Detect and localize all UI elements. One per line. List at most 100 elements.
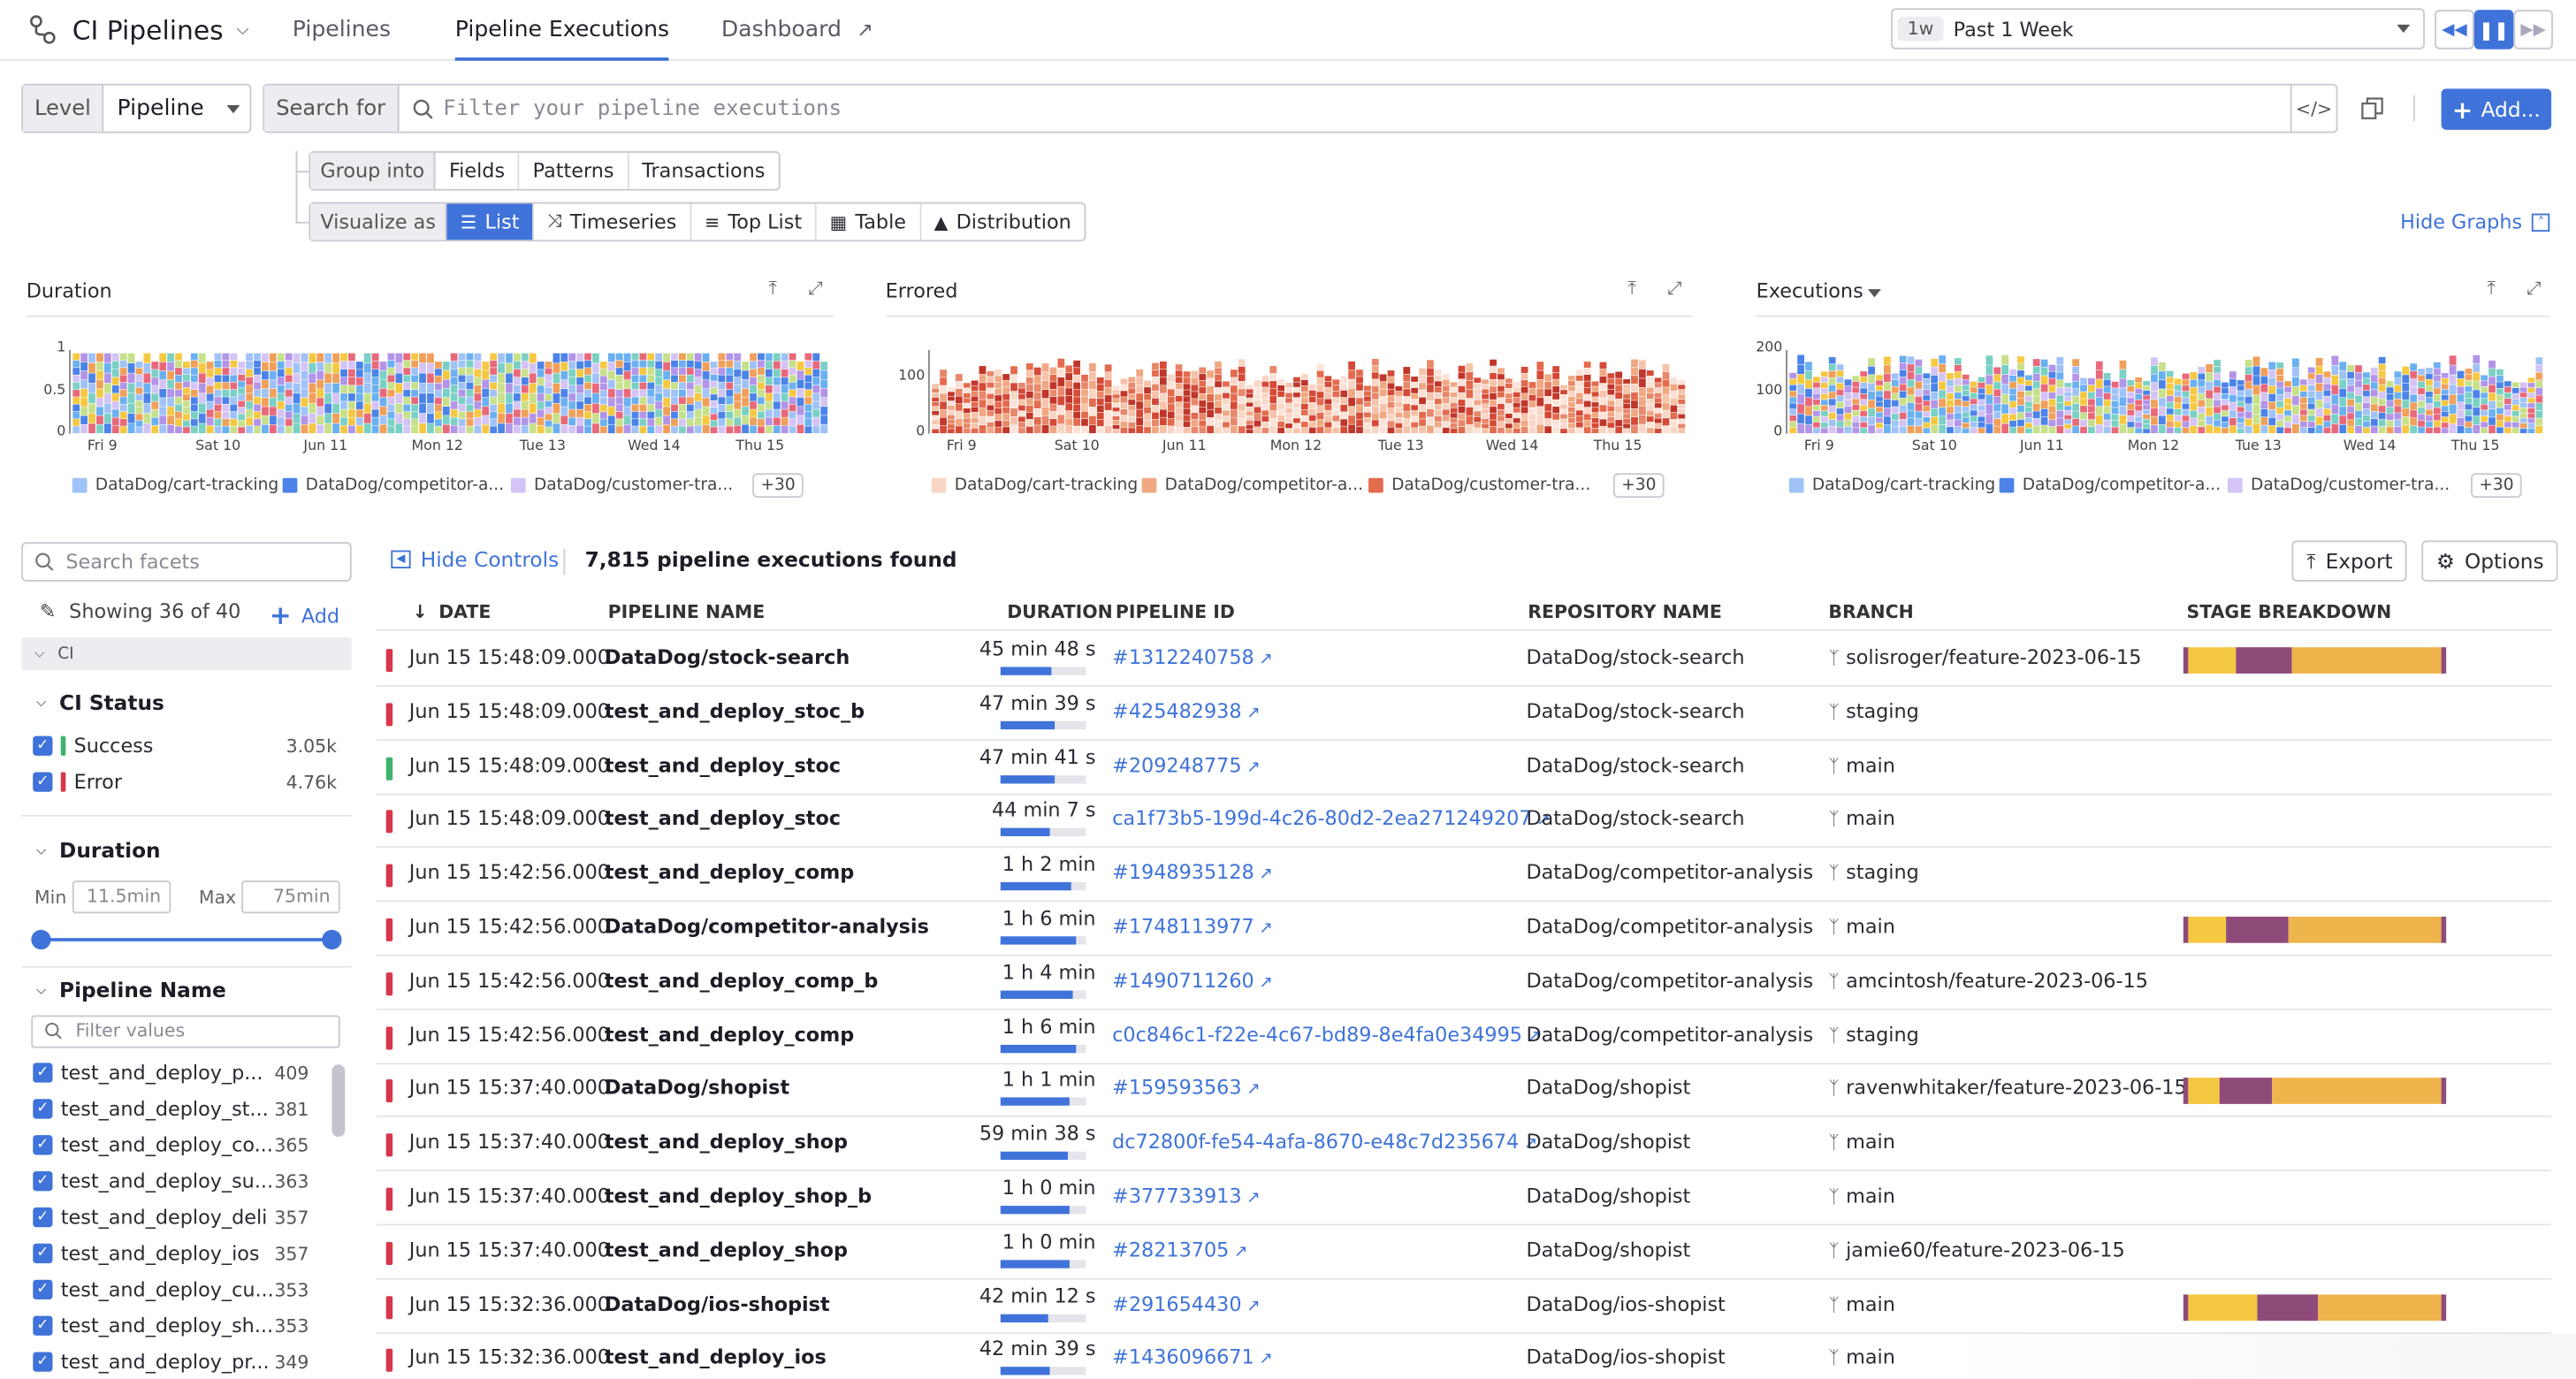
export-button[interactable]: ⤒ Export	[2291, 540, 2408, 582]
checkbox-checked-icon[interactable]: ✓	[33, 1207, 53, 1228]
facet-item-pipeline-name[interactable]: ✓ test_and_deploy_deli 357	[33, 1206, 309, 1229]
options-button[interactable]: ⚙ Options	[2421, 540, 2559, 582]
stage-breakdown-bar[interactable]	[2183, 1293, 2447, 1321]
checkbox-checked-icon[interactable]: ✓	[33, 1063, 53, 1083]
table-row[interactable]: Jun 15 15:48:09.000 test_and_deploy_stoc…	[376, 686, 2552, 741]
legend-more-button[interactable]: +30	[2471, 473, 2522, 499]
add-facet-button[interactable]: + Add	[270, 599, 339, 630]
row-pipeline-id-link[interactable]: #425482938 ↗	[1112, 699, 1261, 722]
sort-desc-icon[interactable]: ↓	[412, 601, 427, 622]
duration-slider-min-handle[interactable]	[31, 929, 51, 950]
facet-item-pipeline-name[interactable]: ✓ test_and_deploy_pr... 349	[33, 1351, 309, 1374]
legend-more-button[interactable]: +30	[1612, 473, 1665, 499]
expand-icon[interactable]: ⤢	[1667, 278, 1681, 301]
checkbox-checked-icon[interactable]: ✓	[33, 772, 53, 792]
visualize-option-timeseries[interactable]: ⤨ Timeseries	[534, 203, 692, 240]
checkbox-checked-icon[interactable]: ✓	[33, 1279, 53, 1299]
duration-min-input[interactable]: 11.5min	[72, 880, 171, 914]
share-icon[interactable]: ⤒	[2488, 278, 2496, 301]
table-row[interactable]: Jun 15 15:48:09.000 test_and_deploy_stoc…	[376, 794, 2552, 849]
expand-icon[interactable]: ⤢	[2526, 278, 2541, 301]
duration-max-input[interactable]: 75min	[241, 880, 340, 914]
row-pipeline-id-link[interactable]: #1436096671 ↗	[1112, 1346, 1273, 1369]
visualize-option-list[interactable]: ☰ List	[446, 203, 535, 240]
row-pipeline-id-link[interactable]: #1312240758 ↗	[1112, 645, 1273, 668]
checkbox-checked-icon[interactable]: ✓	[33, 735, 53, 756]
pencil-icon[interactable]: ✎	[40, 599, 57, 622]
row-pipeline-id-link[interactable]: #1948935128 ↗	[1112, 861, 1273, 884]
tab-pipelines[interactable]: Pipelines	[293, 0, 391, 61]
row-pipeline-id-link[interactable]: #28213705 ↗	[1112, 1238, 1247, 1261]
stage-breakdown-bar[interactable]	[2183, 916, 2447, 943]
column-duration[interactable]: DURATION	[1007, 601, 1113, 622]
visualize-option-table[interactable]: ▦ Table	[817, 203, 921, 240]
checkbox-checked-icon[interactable]: ✓	[33, 1099, 53, 1119]
facet-item-pipeline-name[interactable]: ✓ test_and_deploy_sh... 353	[33, 1314, 309, 1337]
legend-item[interactable]: DataDog/cart-tracking	[72, 476, 278, 494]
row-pipeline-id-link[interactable]: #1490711260 ↗	[1112, 969, 1273, 992]
checkbox-checked-icon[interactable]: ✓	[33, 1135, 53, 1155]
table-row[interactable]: Jun 15 15:48:09.000 DataDog/stock-search…	[376, 632, 2552, 687]
column-stage-breakdown[interactable]: STAGE BREAKDOWN	[2187, 601, 2392, 622]
search-input[interactable]	[433, 85, 2290, 132]
duration-slider-max-handle[interactable]	[322, 929, 342, 950]
table-row[interactable]: Jun 15 15:37:40.000 DataDog/shopist 1 h …	[376, 1063, 2552, 1118]
row-pipeline-id-link[interactable]: #1748113977 ↗	[1112, 915, 1273, 938]
checkbox-checked-icon[interactable]: ✓	[33, 1352, 53, 1372]
table-row[interactable]: Jun 15 15:42:56.000 DataDog/competitor-a…	[376, 902, 2552, 956]
row-pipeline-id-link[interactable]: #209248775 ↗	[1112, 753, 1261, 776]
facet-section-ci[interactable]: ⌵ CI	[21, 637, 352, 671]
group-option-transactions[interactable]: Transactions	[629, 153, 778, 189]
table-row[interactable]: Jun 15 15:37:40.000 test_and_deploy_shop…	[376, 1171, 2552, 1226]
add-button[interactable]: + Add...	[2441, 88, 2552, 130]
checkbox-checked-icon[interactable]: ✓	[33, 1315, 53, 1336]
time-range-selector[interactable]: 1w Past 1 Week	[1891, 8, 2425, 50]
checkbox-checked-icon[interactable]: ✓	[33, 1171, 53, 1192]
share-icon[interactable]: ⤒	[769, 278, 777, 301]
checkbox-checked-icon[interactable]: ✓	[33, 1243, 53, 1264]
legend-item[interactable]: DataDog/cart-tracking	[931, 476, 1138, 494]
code-view-button[interactable]: </>	[2290, 85, 2336, 132]
legend-item[interactable]: DataDog/cart-tracking	[1788, 476, 1995, 494]
row-pipeline-id-link[interactable]: c0c846c1-f22e-4c67-bd89-8e4fa0e34995 ↗	[1112, 1023, 1541, 1046]
stage-breakdown-bar[interactable]	[2183, 647, 2447, 674]
stage-breakdown-bar[interactable]	[2183, 1078, 2447, 1105]
legend-item[interactable]: DataDog/customer-tra...	[510, 476, 733, 494]
facet-item-pipeline-name[interactable]: ✓ test_and_deploy_cu... 353	[33, 1278, 309, 1301]
share-icon[interactable]: ⤒	[1628, 278, 1636, 301]
row-pipeline-id-link[interactable]: #377733913 ↗	[1112, 1185, 1261, 1208]
tab-pipeline-executions[interactable]: Pipeline Executions	[454, 0, 670, 61]
hide-controls-button[interactable]: ◀ Hide Controls	[391, 547, 559, 572]
legend-item[interactable]: DataDog/competitor-a...	[1999, 476, 2221, 494]
facet-item-pipeline-name[interactable]: ✓ test_and_deploy_su... 363	[33, 1169, 309, 1192]
expand-icon[interactable]: ⤢	[808, 278, 822, 301]
pause-button[interactable]: ❚❚	[2473, 10, 2514, 50]
caret-down-icon[interactable]	[1868, 289, 1881, 298]
table-row[interactable]: Jun 15 15:42:56.000 test_and_deploy_comp…	[376, 848, 2552, 903]
facet-item-pipeline-name[interactable]: ✓ test_and_deploy_co... 365	[33, 1133, 309, 1156]
facet-ci-status-header[interactable]: ⌵ CI Status	[36, 690, 164, 715]
table-row[interactable]: Jun 15 15:48:09.000 test_and_deploy_stoc…	[376, 740, 2552, 795]
legend-item[interactable]: DataDog/competitor-a...	[282, 476, 504, 494]
app-title-menu[interactable]: CI Pipelines ⌵	[28, 10, 249, 50]
facet-search-input[interactable]: Search facets	[21, 542, 352, 582]
group-option-fields[interactable]: Fields	[436, 152, 520, 189]
facet-duration-header[interactable]: ⌵ Duration	[36, 838, 161, 863]
fast-forward-button[interactable]: ▶▶	[2513, 10, 2553, 50]
table-row[interactable]: Jun 15 15:37:40.000 test_and_deploy_shop…	[376, 1225, 2552, 1280]
column-pipeline-name[interactable]: PIPELINE NAME	[608, 601, 766, 622]
row-pipeline-id-link[interactable]: ca1f73b5-199d-4c26-80d2-2ea271249207 ↗	[1112, 807, 1551, 830]
legend-item[interactable]: DataDog/customer-tra...	[1368, 476, 1590, 494]
group-option-patterns[interactable]: Patterns	[520, 152, 629, 189]
column-branch[interactable]: BRANCH	[1828, 601, 1913, 622]
column-pipeline-id[interactable]: PIPELINE ID	[1116, 601, 1235, 622]
tab-dashboard[interactable]: Dashboard ↗	[721, 0, 873, 61]
visualize-option-top-list[interactable]: ≡ Top List	[691, 203, 817, 240]
facet-item-pipeline-name[interactable]: ✓ test_and_deploy_ios 357	[33, 1242, 309, 1265]
row-pipeline-id-link[interactable]: dc72800f-fe54-4afa-8670-e48c7d235674 ↗	[1112, 1131, 1537, 1154]
facet-scrollbar[interactable]	[332, 1064, 346, 1138]
row-pipeline-id-link[interactable]: #159593563 ↗	[1112, 1077, 1261, 1100]
legend-more-button[interactable]: +30	[752, 473, 804, 499]
pipeline-name-filter-input[interactable]: Filter values	[31, 1015, 340, 1048]
visualize-option-distribution[interactable]: ▲ Distribution	[921, 203, 1085, 240]
